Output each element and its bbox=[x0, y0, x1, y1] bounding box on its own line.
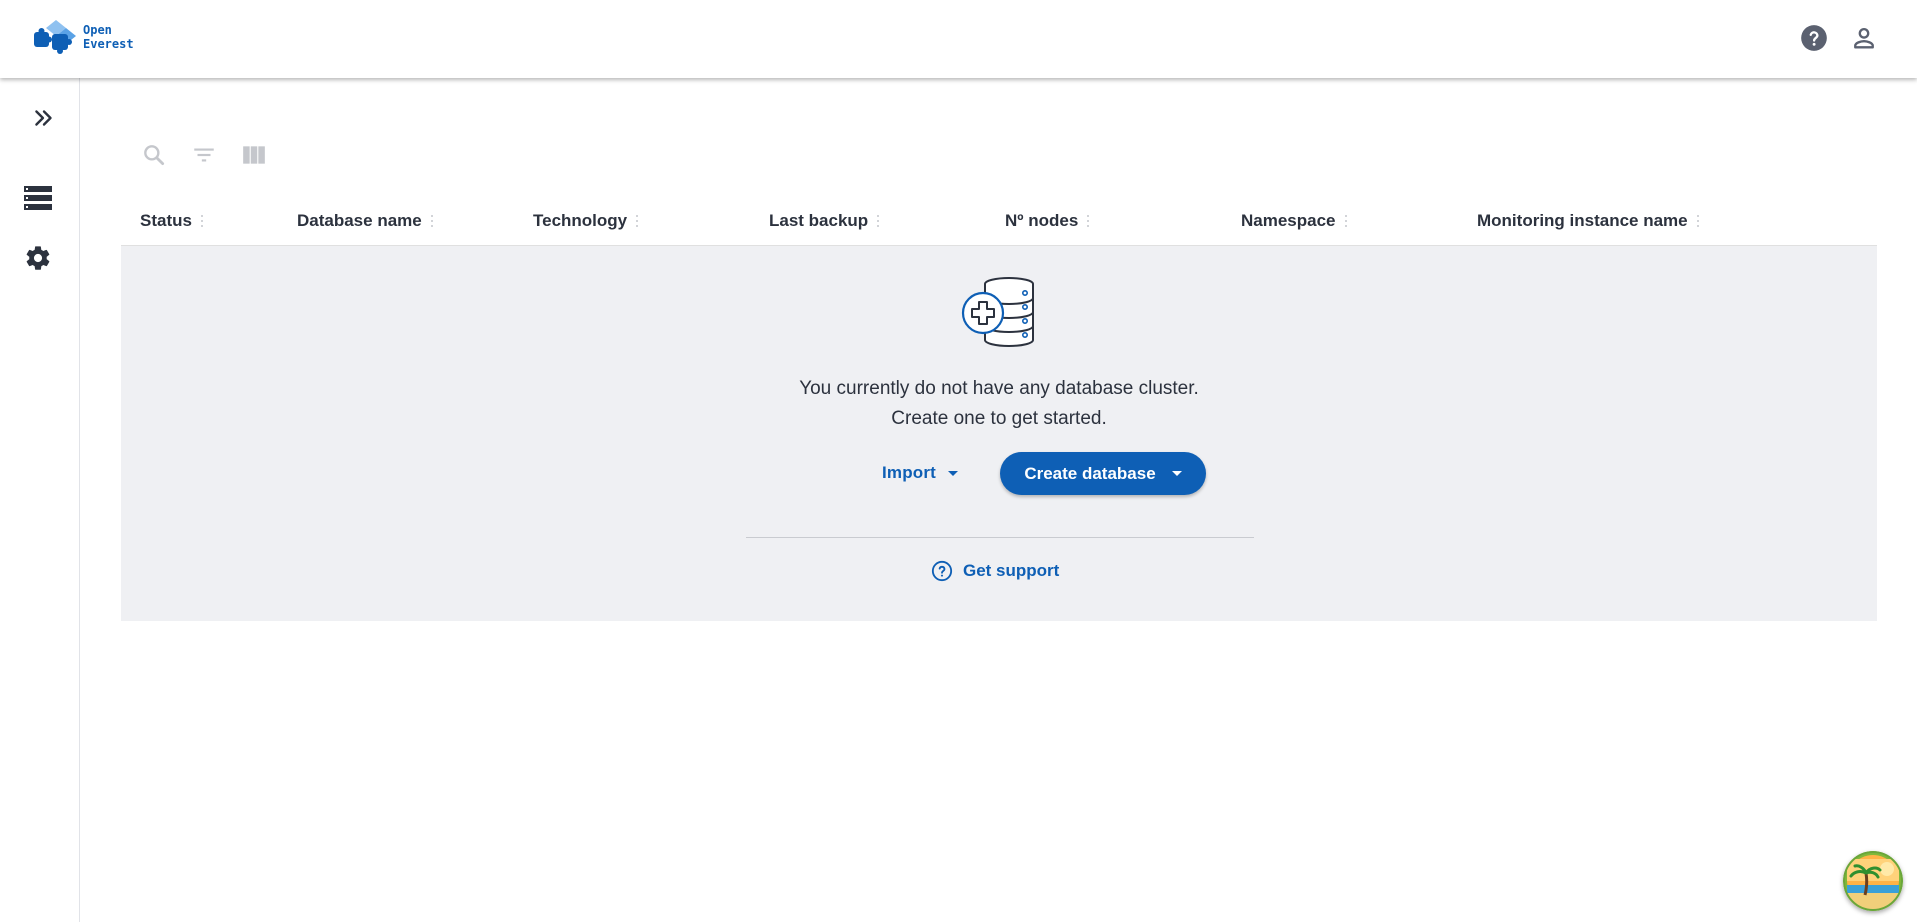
sidebar bbox=[0, 78, 80, 922]
column-header-label: Technology bbox=[533, 211, 628, 230]
column-menu-icon[interactable] bbox=[635, 214, 639, 228]
column-header-namespace[interactable]: Namespace bbox=[1241, 196, 1348, 246]
column-header-label: Monitoring instance name bbox=[1477, 211, 1688, 230]
caret-down-icon bbox=[1171, 471, 1182, 476]
add-database-icon bbox=[961, 277, 1034, 348]
everest-logo-icon bbox=[34, 20, 76, 54]
filter-icon bbox=[194, 148, 214, 162]
column-header-label: Namespace bbox=[1241, 211, 1336, 230]
column-header-monitoring-instance-name[interactable]: Monitoring instance name bbox=[1477, 196, 1700, 246]
column-header-label: Last backup bbox=[769, 211, 869, 230]
help-outline-icon bbox=[931, 560, 953, 582]
divider bbox=[746, 537, 1254, 538]
search-icon bbox=[144, 145, 165, 166]
floating-assistant-avatar[interactable] bbox=[1843, 851, 1903, 911]
table-header: Status Database name Technology Last bac… bbox=[121, 196, 1877, 246]
gear-icon bbox=[26, 246, 50, 270]
caret-down-icon bbox=[948, 470, 959, 476]
column-header-label: Nº nodes bbox=[1005, 211, 1079, 230]
column-menu-icon[interactable] bbox=[1086, 214, 1090, 228]
sidebar-item-settings[interactable] bbox=[18, 238, 58, 278]
sidebar-expand-button[interactable] bbox=[24, 98, 64, 138]
columns-button[interactable] bbox=[237, 138, 271, 172]
column-header-status[interactable]: Status bbox=[140, 196, 204, 246]
help-button[interactable] bbox=[1799, 23, 1829, 53]
column-menu-icon[interactable] bbox=[876, 214, 880, 228]
import-button-label: Import bbox=[881, 463, 937, 482]
create-database-button[interactable]: Create database bbox=[1000, 452, 1206, 495]
empty-state-panel: You currently do not have any database c… bbox=[121, 246, 1877, 621]
brand-line-2: Everest bbox=[83, 37, 134, 51]
column-menu-icon[interactable] bbox=[1344, 214, 1348, 228]
database-list-icon bbox=[24, 186, 52, 210]
get-support-label: Get support bbox=[963, 561, 1060, 580]
main-content: Status Database name Technology Last bac… bbox=[81, 78, 1917, 922]
empty-state-message: You currently do not have any database c… bbox=[121, 374, 1877, 434]
column-header-database-name[interactable]: Database name bbox=[297, 196, 434, 246]
brand-line-1: Open bbox=[83, 23, 112, 37]
column-menu-icon[interactable] bbox=[430, 214, 434, 228]
column-header-nodes[interactable]: Nº nodes bbox=[1005, 196, 1090, 246]
beach-avatar-icon bbox=[1843, 851, 1903, 911]
user-account-icon bbox=[1854, 27, 1874, 49]
brand-name: Open Everest bbox=[83, 23, 134, 51]
empty-state-line-1: You currently do not have any database c… bbox=[799, 378, 1199, 399]
sidebar-item-databases[interactable] bbox=[18, 178, 58, 218]
double-chevron-right-icon bbox=[35, 110, 52, 126]
create-database-button-label: Create database bbox=[1024, 463, 1156, 483]
user-menu-button[interactable] bbox=[1849, 23, 1879, 53]
get-support-link[interactable]: Get support bbox=[931, 560, 1059, 582]
columns-icon bbox=[243, 146, 265, 164]
column-header-last-backup[interactable]: Last backup bbox=[769, 196, 880, 246]
column-header-technology[interactable]: Technology bbox=[533, 196, 639, 246]
brand-logo[interactable]: Open Everest bbox=[32, 18, 134, 56]
filter-button[interactable] bbox=[187, 138, 221, 172]
column-header-label: Database name bbox=[297, 211, 422, 230]
import-button[interactable]: Import bbox=[866, 452, 974, 494]
empty-state-line-2: Create one to get started. bbox=[891, 408, 1107, 429]
column-header-label: Status bbox=[140, 211, 192, 230]
help-circle-icon bbox=[1801, 25, 1827, 51]
top-bar: Open Everest bbox=[0, 0, 1917, 78]
search-button[interactable] bbox=[137, 138, 171, 172]
column-menu-icon[interactable] bbox=[1696, 214, 1700, 228]
column-menu-icon[interactable] bbox=[200, 214, 204, 228]
